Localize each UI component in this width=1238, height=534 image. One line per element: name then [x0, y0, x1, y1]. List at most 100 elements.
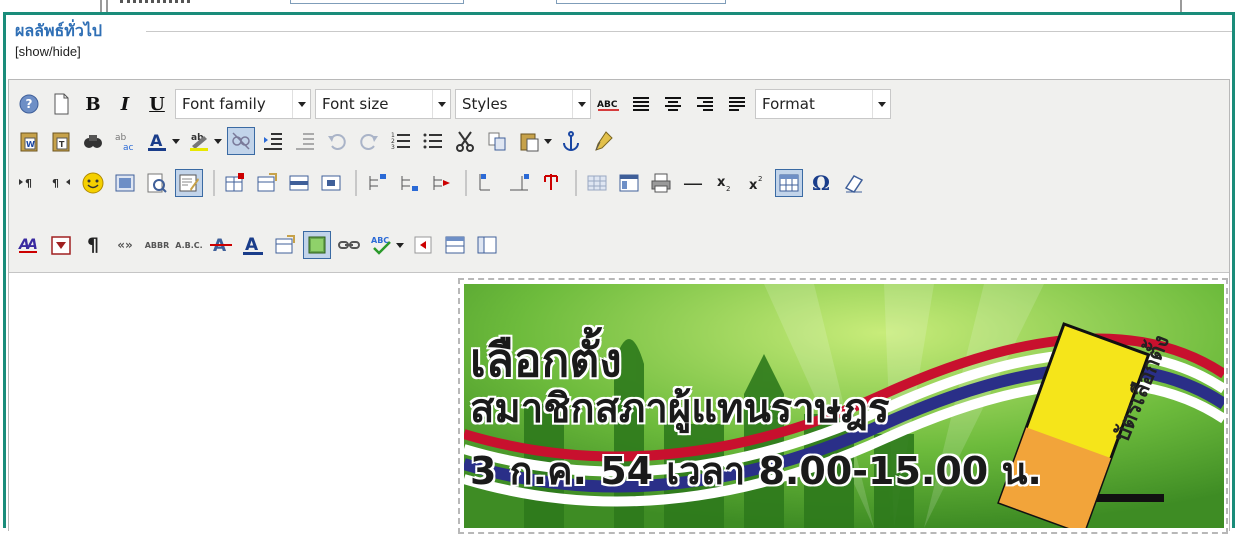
paste-word-icon: W [20, 132, 38, 152]
chevron-down-icon[interactable] [171, 138, 181, 144]
spellcheck-button[interactable]: ABC [595, 90, 623, 118]
underline-button[interactable]: U [143, 90, 171, 118]
acronym-button[interactable]: A.B.C. [175, 231, 203, 259]
acronym-icon: A.B.C. [175, 240, 203, 250]
page-break-button[interactable] [473, 231, 501, 259]
svg-text:¶: ¶ [25, 177, 32, 190]
svg-text:T: T [59, 140, 65, 149]
chevron-down-icon[interactable] [543, 138, 553, 144]
cut-button[interactable] [451, 127, 479, 155]
show-invisibles-button[interactable]: ¶ [79, 231, 107, 259]
col-after-button[interactable] [395, 169, 423, 197]
text-color-a-button[interactable]: A [239, 231, 267, 259]
svg-text:W: W [26, 140, 35, 149]
chevron-down-icon [432, 90, 450, 118]
editor-content-area[interactable]: เลือกตั้ง สมาชิกสภาผู้แทนราษฎร 3 ก.ค. 54… [9, 274, 1229, 534]
banner-image-frame[interactable]: เลือกตั้ง สมาชิกสภาผู้แทนราษฎร 3 ก.ค. 54… [458, 278, 1228, 534]
unlink-icon [232, 132, 250, 150]
paste-text-button[interactable]: T [47, 127, 75, 155]
align-justify-button[interactable] [723, 90, 751, 118]
styles-select[interactable]: Styles [455, 89, 591, 119]
unordered-list-icon [423, 133, 442, 149]
toolbar-separator [575, 170, 577, 196]
edit-html-icon [179, 174, 199, 192]
font-family-select[interactable]: Font family [175, 89, 311, 119]
paste-word-button[interactable]: W [15, 127, 43, 155]
charmap-table-button[interactable] [775, 169, 803, 197]
format-select[interactable]: Format [755, 89, 891, 119]
cell-props-button[interactable] [317, 169, 345, 197]
col-before-icon [369, 174, 386, 190]
font-size-select[interactable]: Font size [315, 89, 451, 119]
link-button[interactable] [335, 231, 363, 259]
text-color-icon: A [148, 131, 166, 151]
spellchecker-button[interactable]: ABC [367, 231, 395, 259]
emoticon-button[interactable] [79, 169, 107, 197]
visual-aid-icon [587, 175, 607, 191]
align-right-button[interactable] [691, 90, 719, 118]
new-document-button[interactable] [47, 90, 75, 118]
special-char-button[interactable]: Ω [807, 169, 835, 197]
image-button[interactable] [303, 231, 331, 259]
toolbar-separator [355, 170, 357, 196]
panel-legend: ผลลัพธ์ทั่วไป [15, 21, 103, 40]
row-props-button[interactable] [285, 169, 313, 197]
copy-button[interactable] [483, 127, 511, 155]
chevron-down-icon[interactable] [395, 242, 405, 248]
insert-layer-button[interactable] [409, 231, 437, 259]
remove-format-button[interactable] [839, 169, 867, 197]
split-cells-button[interactable] [473, 169, 501, 197]
editor-toolbar: ? B I U Font family Font size Styles ABC… [9, 80, 1229, 273]
visual-aid-button[interactable] [583, 169, 611, 197]
bold-button[interactable]: B [79, 90, 107, 118]
col-delete-button[interactable] [427, 169, 455, 197]
strikethrough-button[interactable]: A [207, 231, 235, 259]
text-color-button[interactable]: A [143, 127, 171, 155]
help-button[interactable]: ? [15, 90, 43, 118]
template-button[interactable] [441, 231, 469, 259]
ordered-list-button[interactable]: 123 [387, 127, 415, 155]
cite-button[interactable]: «» [111, 231, 139, 259]
redo-button[interactable] [355, 127, 383, 155]
ltr-button[interactable]: ¶ [15, 169, 43, 197]
svg-text:ac: ac [123, 143, 134, 152]
abbr-button[interactable]: ABBR [143, 231, 171, 259]
font-size-value: Font size [322, 95, 389, 113]
merge-cells-button[interactable] [505, 169, 533, 197]
undo-button[interactable] [323, 127, 351, 155]
table-insert-icon [225, 173, 244, 192]
attributes-button[interactable] [271, 231, 299, 259]
media-button[interactable] [111, 169, 139, 197]
find-button[interactable] [79, 127, 107, 155]
rtl-button[interactable]: ¶ [47, 169, 75, 197]
outdent-button[interactable] [291, 127, 319, 155]
indent-button[interactable] [259, 127, 287, 155]
hr-button[interactable]: — [679, 169, 707, 197]
table-props-button[interactable] [253, 169, 281, 197]
anchor-button[interactable] [557, 127, 585, 155]
table-insert-button[interactable] [221, 169, 249, 197]
show-hide-link[interactable]: [show/hide] [15, 44, 81, 59]
style-props-button[interactable]: AA [15, 231, 43, 259]
chevron-down-icon[interactable] [213, 138, 223, 144]
style-props-icon: AA [18, 237, 38, 253]
insert-date-button[interactable] [47, 231, 75, 259]
replace-icon: abac [115, 133, 134, 152]
align-left-button[interactable] [627, 90, 655, 118]
fullscreen-button[interactable] [615, 169, 643, 197]
replace-button[interactable]: ab ac [111, 127, 139, 155]
delete-table-button[interactable] [537, 169, 565, 197]
print-button[interactable] [647, 169, 675, 197]
superscript-button[interactable]: x2 [743, 169, 771, 197]
italic-button[interactable]: I [111, 90, 139, 118]
preview-button[interactable] [143, 169, 171, 197]
unordered-list-button[interactable] [419, 127, 447, 155]
cleanup-button[interactable] [589, 127, 617, 155]
edit-html-button[interactable] [175, 169, 203, 197]
align-center-button[interactable] [659, 90, 687, 118]
unlink-button[interactable] [227, 127, 255, 155]
subscript-button[interactable]: x2 [711, 169, 739, 197]
col-before-button[interactable] [363, 169, 391, 197]
paste-button[interactable] [515, 127, 543, 155]
highlight-button[interactable]: ab [185, 127, 213, 155]
